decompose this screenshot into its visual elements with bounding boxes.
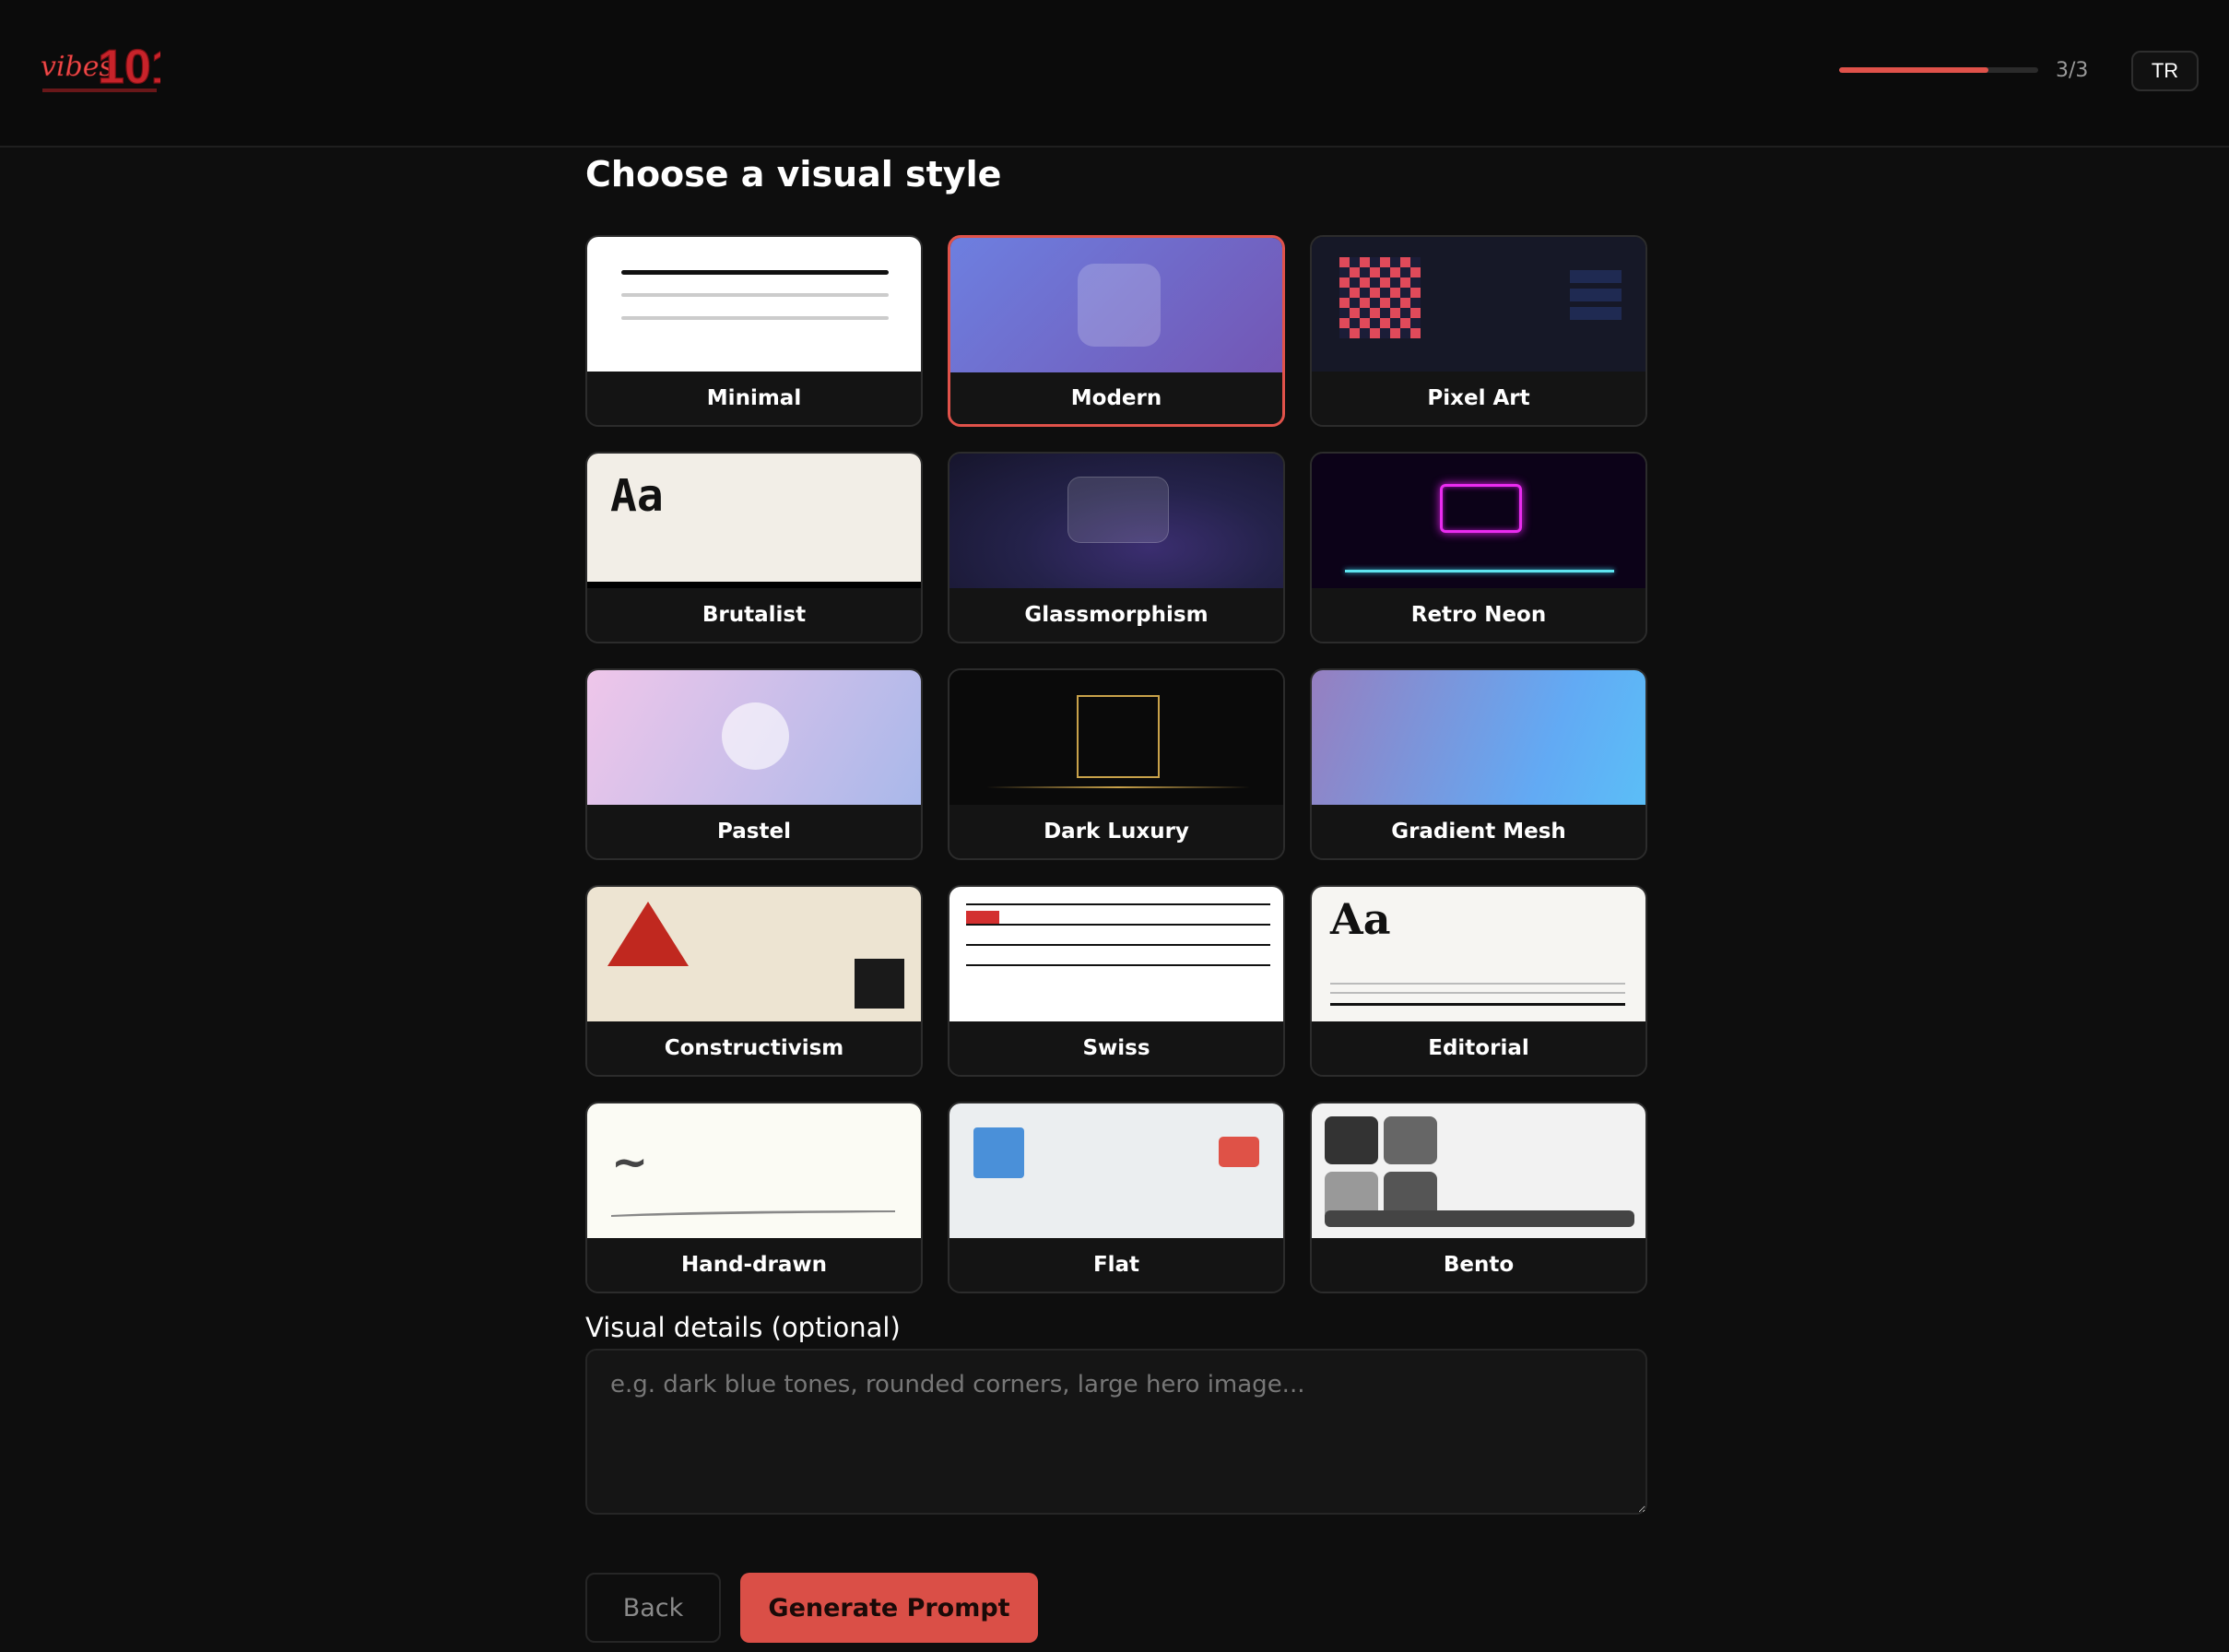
dark-luxury-preview (949, 670, 1283, 805)
style-card-label: Retro Neon (1312, 588, 1645, 642)
top-bar: vibes 101 3/3 TR (0, 0, 2229, 148)
visual-details-label: Visual details (optional) (585, 1312, 901, 1343)
squiggle-glyph: ~ (611, 1137, 649, 1188)
swiss-preview (949, 887, 1283, 1021)
progress-bar (1839, 67, 2038, 73)
brutalist-sample-text: Aa (610, 470, 664, 522)
style-card-label: Glassmorphism (949, 588, 1283, 642)
step-counter: 3/3 (2056, 59, 2089, 82)
style-card-label: Constructivism (587, 1021, 921, 1075)
style-card-label: Bento (1312, 1238, 1645, 1292)
style-card-label: Minimal (587, 372, 921, 425)
style-card-pastel[interactable]: Pastel (585, 668, 923, 860)
retro-neon-preview (1312, 454, 1645, 588)
style-card-editorial[interactable]: Aa Editorial (1310, 885, 1647, 1077)
generate-prompt-button[interactable]: Generate Prompt (740, 1573, 1038, 1643)
style-card-glassmorphism[interactable]: Glassmorphism (948, 452, 1285, 643)
flat-preview (949, 1103, 1283, 1238)
style-card-label: Gradient Mesh (1312, 805, 1645, 858)
style-card-label: Dark Luxury (949, 805, 1283, 858)
style-card-constructivism[interactable]: Constructivism (585, 885, 923, 1077)
gradient-mesh-preview (1312, 670, 1645, 805)
style-card-swiss[interactable]: Swiss (948, 885, 1285, 1077)
page-title: Choose a visual style (585, 154, 1002, 195)
bento-preview (1312, 1103, 1645, 1238)
style-card-minimal[interactable]: Minimal (585, 235, 923, 427)
style-card-label: Modern (950, 372, 1282, 424)
style-card-flat[interactable]: Flat (948, 1102, 1285, 1293)
style-card-hand-drawn[interactable]: ~ Hand-drawn (585, 1102, 923, 1293)
style-card-label: Pixel Art (1312, 372, 1645, 425)
visual-details-textarea[interactable] (585, 1349, 1647, 1515)
brutalist-preview: Aa (587, 454, 921, 588)
style-card-label: Brutalist (587, 588, 921, 642)
editorial-sample-text: Aa (1330, 894, 1391, 944)
style-card-label: Swiss (949, 1021, 1283, 1075)
style-card-brutalist[interactable]: Aa Brutalist (585, 452, 923, 643)
style-card-label: Pastel (587, 805, 921, 858)
pixel-art-preview (1312, 237, 1645, 372)
modern-preview (950, 238, 1282, 372)
hand-drawn-preview: ~ (587, 1103, 921, 1238)
glassmorphism-preview (949, 454, 1283, 588)
svg-text:101: 101 (98, 41, 160, 94)
style-card-modern[interactable]: Modern (948, 235, 1285, 427)
style-card-dark-luxury[interactable]: Dark Luxury (948, 668, 1285, 860)
style-card-pixel-art[interactable]: Pixel Art (1310, 235, 1647, 427)
language-toggle-button[interactable]: TR (2131, 51, 2199, 91)
style-card-retro-neon[interactable]: Retro Neon (1310, 452, 1647, 643)
back-button[interactable]: Back (585, 1573, 721, 1643)
minimal-preview (587, 237, 921, 372)
style-card-label: Flat (949, 1238, 1283, 1292)
style-card-label: Hand-drawn (587, 1238, 921, 1292)
pastel-preview (587, 670, 921, 805)
vibes101-logo[interactable]: vibes 101 (39, 40, 179, 98)
editorial-preview: Aa (1312, 887, 1645, 1021)
style-card-gradient-mesh[interactable]: Gradient Mesh (1310, 668, 1647, 860)
progress-fill (1839, 67, 1988, 73)
style-card-bento[interactable]: Bento (1310, 1102, 1647, 1293)
constructivism-preview (587, 887, 921, 1021)
style-card-label: Editorial (1312, 1021, 1645, 1075)
style-grid: Minimal Modern Pixel Art Aa Brutalist Gl… (585, 235, 1647, 1293)
